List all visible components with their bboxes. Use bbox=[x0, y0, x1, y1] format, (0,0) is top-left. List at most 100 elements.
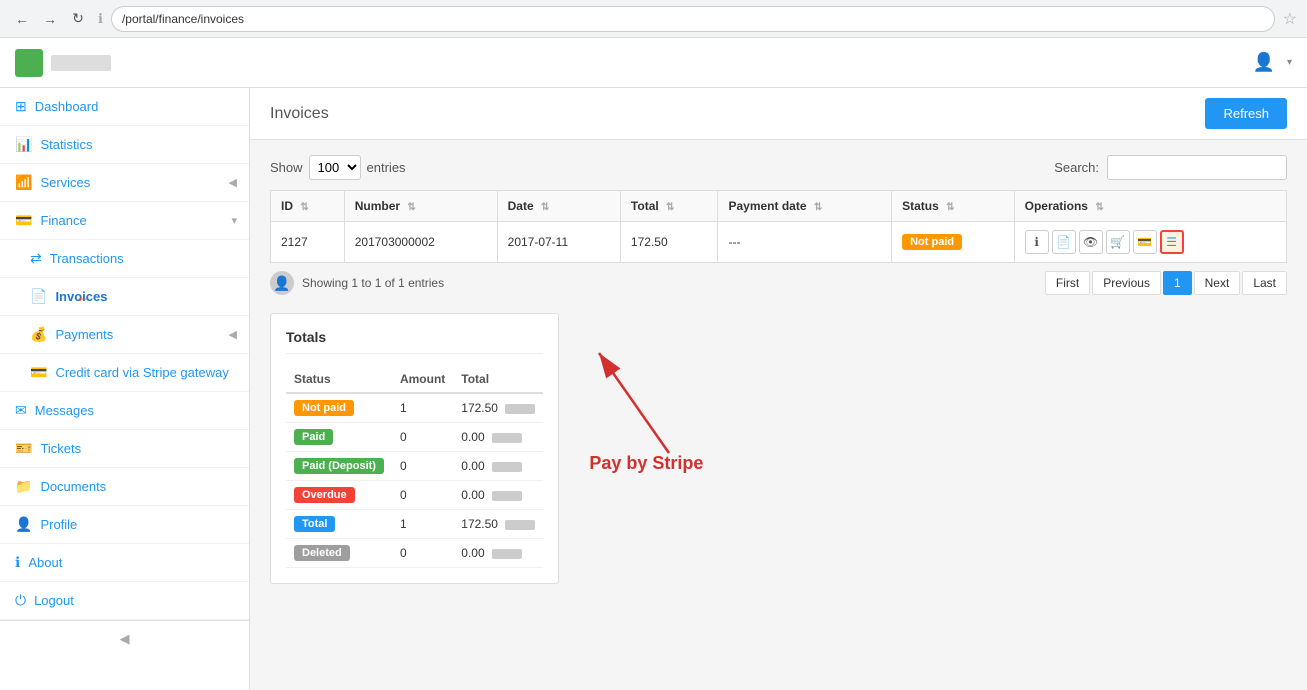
sort-status-icon: ⇅ bbox=[946, 202, 954, 213]
sidebar-item-messages[interactable]: ✉ Messages bbox=[0, 392, 249, 430]
sidebar-item-credit-card[interactable]: 💳 Credit card via Stripe gateway bbox=[0, 354, 249, 392]
totals-status-not-paid: Not paid bbox=[286, 393, 392, 423]
page-header: Invoices Refresh bbox=[250, 88, 1307, 140]
back-button[interactable]: ← bbox=[10, 7, 34, 31]
person-icon[interactable]: 👤 bbox=[270, 271, 294, 295]
amount-bar-deposit bbox=[492, 462, 522, 472]
pdf-op-button[interactable]: 📄 bbox=[1052, 230, 1076, 254]
sidebar-label-logout: Logout bbox=[34, 593, 74, 608]
bookmark-button[interactable]: ☆ bbox=[1283, 9, 1297, 29]
status-badge: Not paid bbox=[902, 234, 962, 250]
col-status[interactable]: Status ⇅ bbox=[892, 191, 1015, 222]
totals-status-overdue: Overdue bbox=[286, 481, 392, 510]
col-total[interactable]: Total ⇅ bbox=[620, 191, 718, 222]
previous-page-button[interactable]: Previous bbox=[1092, 271, 1161, 295]
totals-amount-total: 1 bbox=[392, 510, 453, 539]
inner-content: Show 10 25 50 100 entries Search: bbox=[250, 140, 1307, 599]
totals-amount-not-paid: 1 bbox=[392, 393, 453, 423]
col-number[interactable]: Number ⇅ bbox=[344, 191, 497, 222]
sidebar-item-invoices[interactable]: 📄 Invoices ← bbox=[0, 278, 249, 316]
next-page-button[interactable]: Next bbox=[1194, 271, 1241, 295]
browser-nav-buttons[interactable]: ← → ↻ bbox=[10, 7, 90, 31]
services-arrow: ◀ bbox=[229, 176, 237, 189]
sidebar-item-logout[interactable]: ⏻ Logout bbox=[0, 582, 249, 620]
pagination-info: Showing 1 to 1 of 1 entries bbox=[302, 276, 444, 290]
col-date[interactable]: Date ⇅ bbox=[497, 191, 620, 222]
last-page-button[interactable]: Last bbox=[1242, 271, 1287, 295]
table-controls: Show 10 25 50 100 entries Search: bbox=[270, 155, 1287, 180]
totals-status-paid: Paid bbox=[286, 423, 392, 452]
cell-payment-date: --- bbox=[718, 222, 892, 263]
sidebar-item-statistics[interactable]: 📊 Statistics bbox=[0, 126, 249, 164]
pagination-area: 👤 Showing 1 to 1 of 1 entries First Prev… bbox=[270, 271, 1287, 295]
col-operations[interactable]: Operations ⇅ bbox=[1014, 191, 1286, 222]
sidebar-item-documents[interactable]: 📁 Documents bbox=[0, 468, 249, 506]
sidebar-label-services: Services bbox=[40, 175, 90, 190]
stripe-op-button[interactable]: ☰ bbox=[1160, 230, 1184, 254]
about-icon: ℹ bbox=[15, 554, 20, 571]
sort-id-icon: ⇅ bbox=[300, 202, 308, 213]
cell-operations[interactable]: ℹ 📄 👁 🛒 💳 ☰ bbox=[1014, 222, 1286, 263]
payments-icon: 💰 bbox=[30, 326, 47, 343]
services-icon: 📶 bbox=[15, 174, 32, 191]
col-payment-date[interactable]: Payment date ⇅ bbox=[718, 191, 892, 222]
operations-icons: ℹ 📄 👁 🛒 💳 ☰ bbox=[1025, 230, 1276, 254]
totals-amount-overdue: 0 bbox=[392, 481, 453, 510]
sidebar-item-profile[interactable]: 👤 Profile bbox=[0, 506, 249, 544]
logo-text bbox=[51, 55, 111, 71]
search-input[interactable] bbox=[1107, 155, 1287, 180]
amount-bar bbox=[505, 404, 535, 414]
totals-total-not-paid: 172.50 bbox=[453, 393, 543, 423]
user-dropdown-caret[interactable]: ▾ bbox=[1287, 57, 1292, 68]
sidebar-item-transactions[interactable]: ⇄ Transactions bbox=[0, 240, 249, 278]
cart-op-button[interactable]: 🛒 bbox=[1106, 230, 1130, 254]
sidebar-collapse-button[interactable]: ◀ bbox=[0, 620, 249, 657]
totals-table: Status Amount Total Not paid 1 172.50 bbox=[286, 366, 543, 568]
sidebar-item-about[interactable]: ℹ About bbox=[0, 544, 249, 582]
sidebar-label-credit-card: Credit card via Stripe gateway bbox=[55, 365, 228, 380]
first-page-button[interactable]: First bbox=[1045, 271, 1090, 295]
amount-bar-overdue bbox=[492, 491, 522, 501]
dashboard-icon: ⊞ bbox=[15, 98, 27, 115]
sidebar-label-statistics: Statistics bbox=[40, 137, 92, 152]
collapse-icon: ◀ bbox=[120, 631, 130, 647]
cell-total: 172.50 bbox=[620, 222, 718, 263]
sidebar-label-about: About bbox=[28, 555, 62, 570]
totals-section: Totals Status Amount Total bbox=[270, 313, 559, 584]
invoices-icon: 📄 bbox=[30, 288, 47, 305]
totals-total-overdue: 0.00 bbox=[453, 481, 543, 510]
sidebar-label-finance: Finance bbox=[40, 213, 86, 228]
address-bar[interactable] bbox=[111, 6, 1275, 32]
show-label: Show bbox=[270, 160, 303, 175]
totals-total-paid: 0.00 bbox=[453, 423, 543, 452]
user-area[interactable]: 👤 ▾ bbox=[1253, 52, 1292, 73]
sidebar-item-finance[interactable]: 💳 Finance ▾ bbox=[0, 202, 249, 240]
col-id[interactable]: ID ⇅ bbox=[271, 191, 345, 222]
info-op-button[interactable]: ℹ bbox=[1025, 230, 1049, 254]
sidebar-item-payments[interactable]: 💰 Payments ◀ bbox=[0, 316, 249, 354]
current-page-button[interactable]: 1 bbox=[1163, 271, 1192, 295]
documents-icon: 📁 bbox=[15, 478, 32, 495]
sidebar-item-tickets[interactable]: 🎫 Tickets bbox=[0, 430, 249, 468]
view-op-button[interactable]: 👁 bbox=[1079, 230, 1103, 254]
totals-amount-deleted: 0 bbox=[392, 539, 453, 568]
sidebar-item-dashboard[interactable]: ⊞ Dashboard bbox=[0, 88, 249, 126]
totals-total-paid-deposit: 0.00 bbox=[453, 452, 543, 481]
finance-icon: 💳 bbox=[15, 212, 32, 229]
sidebar-item-services[interactable]: 📶 Services ◀ bbox=[0, 164, 249, 202]
entries-per-page-select[interactable]: 10 25 50 100 bbox=[309, 155, 361, 180]
totals-title: Totals bbox=[286, 329, 543, 354]
reload-button[interactable]: ↻ bbox=[66, 7, 90, 31]
tickets-icon: 🎫 bbox=[15, 440, 32, 457]
refresh-button[interactable]: Refresh bbox=[1205, 98, 1287, 129]
forward-button[interactable]: → bbox=[38, 7, 62, 31]
pay-op-button[interactable]: 💳 bbox=[1133, 230, 1157, 254]
sidebar: ⊞ Dashboard 📊 Statistics 📶 Services ◀ 💳 … bbox=[0, 88, 250, 690]
statistics-icon: 📊 bbox=[15, 136, 32, 153]
credit-card-icon: 💳 bbox=[30, 364, 47, 381]
show-entries: Show 10 25 50 100 entries bbox=[270, 155, 406, 180]
cell-date: 2017-07-11 bbox=[497, 222, 620, 263]
sort-number-icon: ⇅ bbox=[407, 202, 415, 213]
totals-col-amount: Amount bbox=[392, 366, 453, 393]
totals-col-status: Status bbox=[286, 366, 392, 393]
